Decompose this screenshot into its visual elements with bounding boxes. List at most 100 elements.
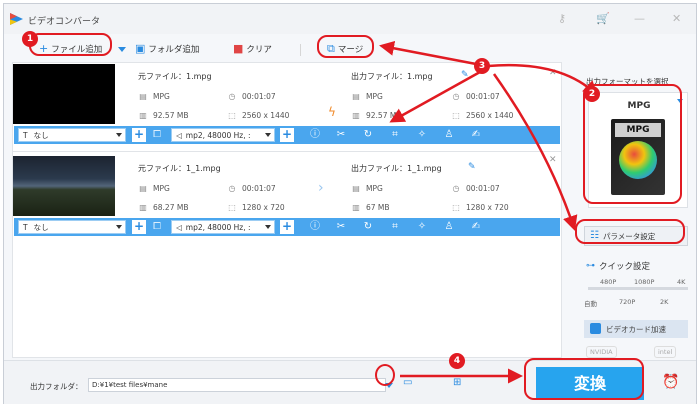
output-duration: ◷ 00:01:07 xyxy=(452,92,500,101)
file-size-icon: ▥ xyxy=(139,111,147,120)
quality-tick-label: 720P xyxy=(619,298,636,306)
quality-tick-label: 2K xyxy=(660,298,669,306)
add-file-dropdown-icon[interactable] xyxy=(118,47,126,52)
format-icon: ▤ xyxy=(352,184,360,193)
clock-icon: ◷ xyxy=(452,184,460,193)
output-folder-icon[interactable]: ⊞ xyxy=(453,377,461,388)
watermark-icon[interactable]: ♙ xyxy=(442,128,456,142)
rotate-icon[interactable]: ↻ xyxy=(361,220,375,234)
lightning-icon: ϟ xyxy=(328,105,336,119)
chevron-down-icon xyxy=(116,225,122,229)
add-folder-button[interactable]: ▣ フォルダ追加 xyxy=(135,42,199,56)
edit-filename-icon[interactable]: ✎ xyxy=(461,70,469,80)
crop-icon[interactable]: ⌗ xyxy=(388,128,402,142)
effects-icon[interactable]: ✧ xyxy=(415,220,429,234)
file-size-icon: ▥ xyxy=(139,203,147,212)
annotation-badge: 2 xyxy=(584,86,600,102)
output-duration: ◷ 00:01:07 xyxy=(452,184,500,193)
scissors-icon[interactable]: ✂ xyxy=(334,220,348,234)
chevron-down-icon xyxy=(265,225,271,229)
subtitle-edit-icon[interactable]: ✍ xyxy=(469,128,483,142)
clock-icon: ◷ xyxy=(228,92,236,101)
clock-icon: ◷ xyxy=(452,92,460,101)
remove-file-icon[interactable]: ✕ xyxy=(549,155,557,165)
chevron-down-icon xyxy=(116,133,122,137)
subtitle-icon[interactable]: ⧠ xyxy=(150,220,164,234)
cart-icon[interactable]: 🛒 xyxy=(596,12,610,26)
source-size: ▥ 68.27 MB xyxy=(139,203,189,212)
source-resolution: ⬚ 2560 x 1440 xyxy=(228,111,290,120)
app-title: ビデオコンバータ xyxy=(28,17,101,27)
format-icon: ▤ xyxy=(352,92,360,101)
watermark-icon[interactable]: ♙ xyxy=(442,220,456,234)
minimize-icon[interactable]: — xyxy=(634,12,645,26)
subtitle-select[interactable]: T なし xyxy=(18,128,126,142)
clock-icon: ◷ xyxy=(228,184,236,193)
close-icon[interactable]: ✕ xyxy=(672,12,681,26)
text-icon: T xyxy=(23,130,28,140)
annotation-ring-merge xyxy=(317,35,374,58)
remove-file-icon[interactable]: ✕ xyxy=(549,68,557,78)
rotate-icon[interactable]: ↻ xyxy=(361,128,375,142)
annotation-ring-add-file xyxy=(29,33,112,56)
annotation-ring-parameters xyxy=(575,219,685,244)
scissors-icon[interactable]: ✂ xyxy=(334,128,348,142)
key-icon[interactable]: ⚷ xyxy=(558,12,566,26)
audio-track-select[interactable]: ◁ mp2, 48000 Hz, : xyxy=(171,220,275,234)
edit-toolbar: T なし + ⧠ ◁ mp2, 48000 Hz, : + ⓘ ✂ ↻ ⌗ ✧ ♙ … xyxy=(14,126,560,144)
text-icon: T xyxy=(23,222,28,232)
add-audio-button[interactable]: + xyxy=(280,220,294,234)
video-thumbnail[interactable] xyxy=(13,64,115,124)
resolution-icon: ⬚ xyxy=(228,203,236,212)
gpu-acceleration-label: ビデオカード加速 xyxy=(606,324,666,334)
file-size-icon: ▥ xyxy=(352,203,360,212)
subtitle-edit-icon[interactable]: ✍ xyxy=(469,220,483,234)
trash-icon: ■ xyxy=(233,42,244,55)
format-icon: ▤ xyxy=(139,92,147,101)
output-format: ▤ MPG xyxy=(352,184,383,193)
quality-tick-label: 自動 xyxy=(584,300,597,308)
audio-track-select[interactable]: ◁ mp2, 48000 Hz, : xyxy=(171,128,275,142)
open-folder-icon[interactable]: ▭ xyxy=(403,377,412,388)
source-duration: ◷ 00:01:07 xyxy=(228,92,276,101)
info-icon[interactable]: ⓘ xyxy=(308,128,322,142)
annotation-ring-convert xyxy=(524,358,644,400)
output-format: ▤ MPG xyxy=(352,92,383,101)
source-size: ▥ 92.57 MB xyxy=(139,111,189,120)
format-icon: ▤ xyxy=(139,184,147,193)
crop-icon[interactable]: ⌗ xyxy=(388,220,402,234)
add-subtitle-button[interactable]: + xyxy=(132,220,146,234)
chevron-down-icon xyxy=(265,133,271,137)
subtitle-select[interactable]: T なし xyxy=(18,220,126,234)
clear-button[interactable]: ■ クリア xyxy=(233,42,272,56)
output-folder-field[interactable]: D:¥1¥test files¥mane xyxy=(88,378,386,392)
effects-icon[interactable]: ✧ xyxy=(415,128,429,142)
subtitle-icon[interactable]: ⧠ xyxy=(150,128,164,142)
slider-icon: ⊶ xyxy=(586,261,595,271)
chip-icon xyxy=(590,323,601,334)
add-audio-button[interactable]: + xyxy=(280,128,294,142)
quality-tick-label: 4K xyxy=(677,278,686,286)
output-size: ▥ 92.57 MB xyxy=(352,111,402,120)
file-size-icon: ▥ xyxy=(352,111,360,120)
annotation-ring-format xyxy=(583,84,682,204)
file-list: 元ファイル：1.mpg ▤ MPG ◷ 00:01:07 ▥ 92.57 MB ⬚ 25… xyxy=(12,62,562,358)
source-format: ▤ MPG xyxy=(139,184,170,193)
quality-tick-label: 480P xyxy=(600,278,617,286)
nvidia-badge: NVIDIA xyxy=(586,346,617,358)
edit-toolbar: T なし + ⧠ ◁ mp2, 48000 Hz, : + ⓘ ✂ ↻ ⌗ ✧ ♙ … xyxy=(14,218,560,236)
alarm-clock-icon[interactable]: ⏰ xyxy=(662,374,679,390)
quality-slider[interactable] xyxy=(588,287,688,290)
add-subtitle-button[interactable]: + xyxy=(132,128,146,142)
output-filename: 出力ファイル：1_1.mpg xyxy=(351,164,442,173)
resolution-icon: ⬚ xyxy=(452,203,460,212)
info-icon[interactable]: ⓘ xyxy=(308,220,322,234)
title-bar: ビデオコンバータ ⚷ 🛒 — ✕ xyxy=(4,4,696,34)
annotation-badge: 4 xyxy=(449,353,465,369)
video-thumbnail[interactable] xyxy=(13,156,115,216)
annotation-badge: 1 xyxy=(22,31,38,47)
edit-filename-icon[interactable]: ✎ xyxy=(468,162,476,172)
output-filename: 出力ファイル：1.mpg xyxy=(351,72,433,81)
add-folder-label: フォルダ追加 xyxy=(148,45,200,55)
gpu-acceleration-button[interactable]: ビデオカード加速 xyxy=(584,320,688,338)
